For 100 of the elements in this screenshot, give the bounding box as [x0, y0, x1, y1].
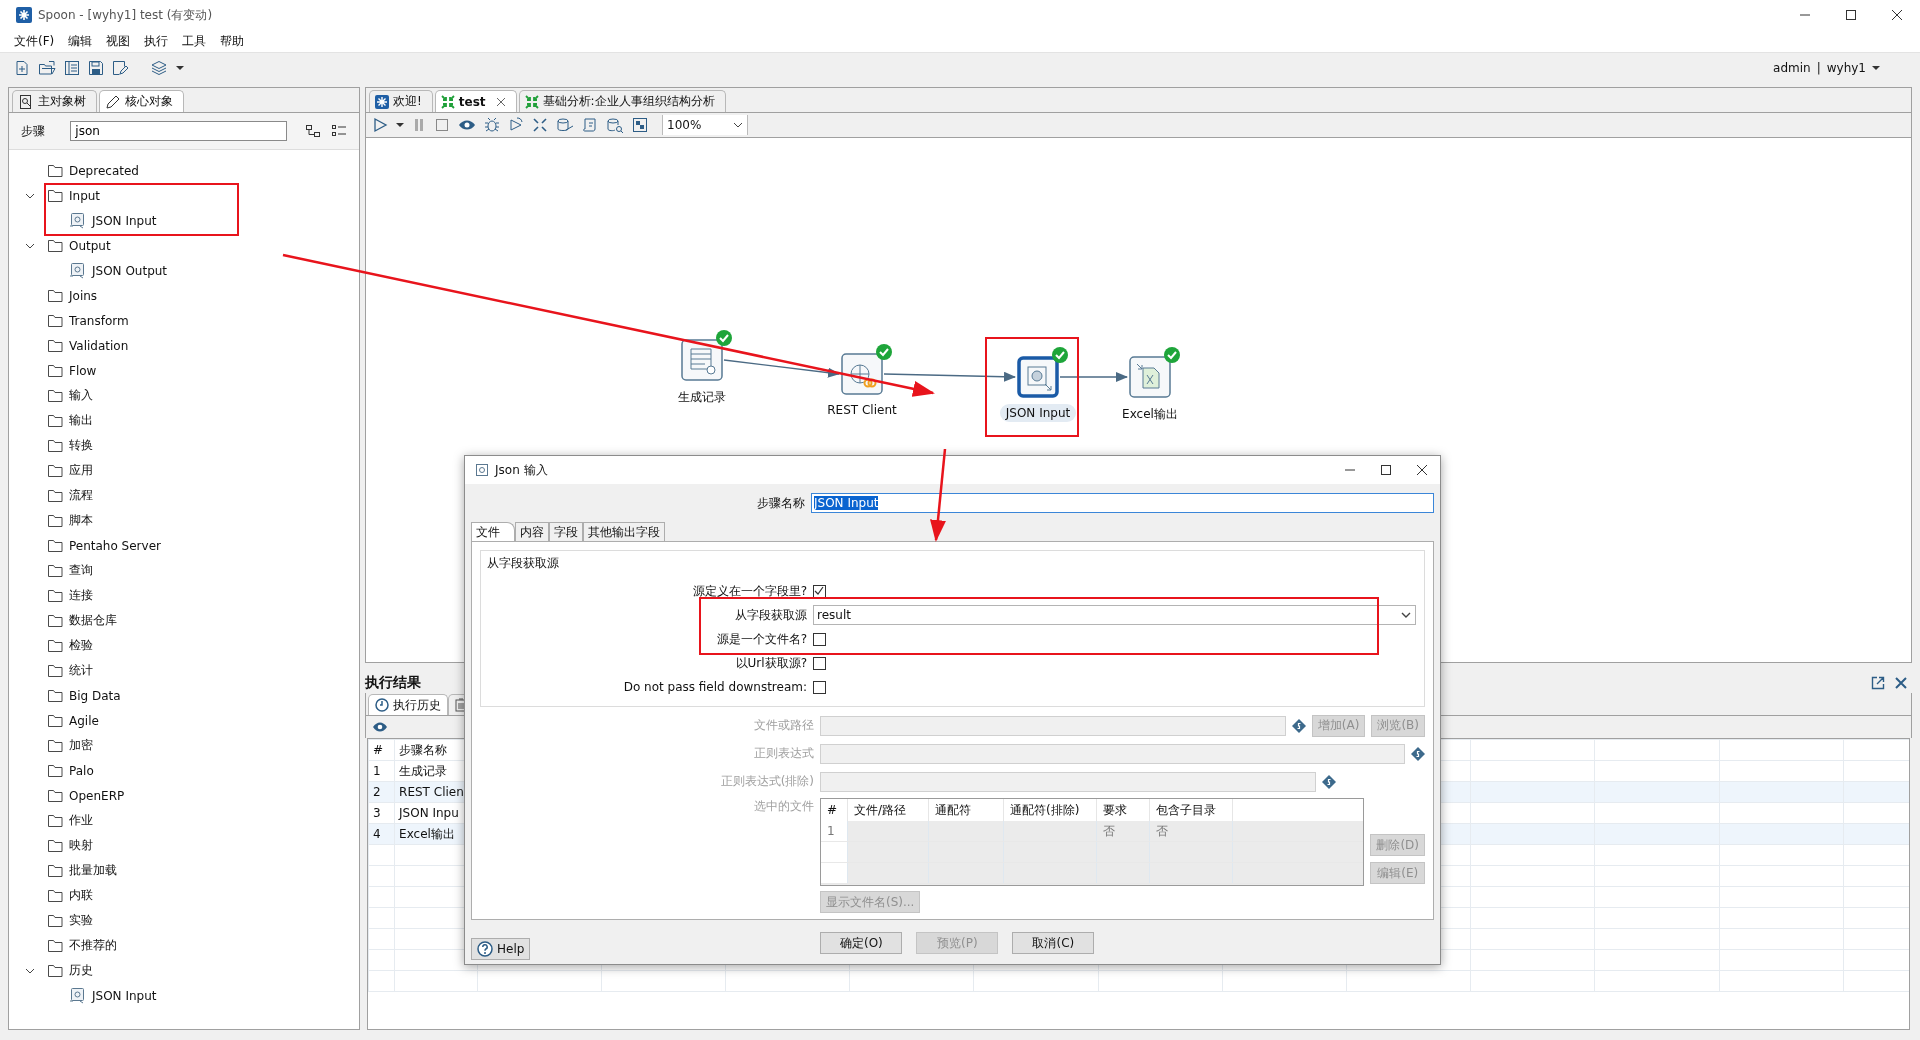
tree-folder[interactable]: 不推荐的	[69, 937, 117, 954]
dialog-tab[interactable]: 其他输出字段	[583, 522, 665, 541]
tree-item[interactable]: JSON Input	[92, 988, 157, 1003]
tree-folder[interactable]: 数据仓库	[69, 612, 117, 629]
step-icon[interactable]	[1129, 356, 1171, 398]
tree-folder[interactable]: 转换	[69, 437, 93, 454]
new-file-icon[interactable]	[14, 60, 30, 76]
tree-folder[interactable]: 输出	[69, 412, 93, 429]
chevron-icon	[733, 120, 743, 130]
menu-item[interactable]: 文件(F)	[14, 32, 55, 50]
tree-folder[interactable]: Validation	[69, 338, 129, 353]
stop-icon[interactable]	[434, 117, 450, 133]
checkbox[interactable]	[813, 632, 826, 646]
dialog-tab[interactable]: 文件	[471, 522, 515, 541]
column-header[interactable]: 包含子目录	[1149, 799, 1233, 821]
menu-item[interactable]: 工具	[182, 32, 207, 50]
step-icon[interactable]	[841, 353, 883, 395]
expand-list-icon[interactable]	[331, 123, 347, 139]
tree-folder[interactable]: 流程	[69, 487, 93, 504]
run-icon[interactable]	[372, 117, 388, 133]
tree-folder[interactable]: 映射	[69, 837, 93, 854]
tree-folder[interactable]: 作业	[69, 812, 93, 829]
tree-folder[interactable]: 实验	[69, 912, 93, 929]
tree-folder[interactable]: Transform	[69, 313, 129, 328]
zoom-dropdown[interactable]: 100%	[662, 115, 748, 135]
menu-item[interactable]: 帮助	[220, 32, 245, 50]
menu-item[interactable]: 视图	[106, 32, 131, 50]
column-header[interactable]: 文件/路径	[847, 799, 929, 821]
tree-folder[interactable]: Palo	[69, 763, 94, 778]
tree-folder[interactable]: Flow	[69, 363, 97, 378]
tree-folder[interactable]: 内联	[69, 887, 93, 904]
tree-folder[interactable]: 统计	[69, 662, 93, 679]
button[interactable]: 确定(O)	[820, 932, 903, 954]
panel-tab[interactable]: 核心对象	[99, 90, 184, 112]
column-header[interactable]: #	[821, 799, 848, 821]
tree-folder[interactable]: 脚本	[69, 512, 93, 529]
save-as-icon[interactable]	[112, 60, 128, 76]
tree-folder[interactable]: Agile	[69, 713, 99, 728]
help-button[interactable]: Help	[471, 938, 531, 960]
column-header[interactable]: 通配符(排除)	[1003, 799, 1097, 821]
tree-item[interactable]: JSON Input	[92, 213, 157, 228]
tree-folder[interactable]: 检验	[69, 637, 93, 654]
panel-tab[interactable]: 执行历史	[368, 694, 448, 715]
tree-folder[interactable]: 历史	[69, 962, 93, 979]
search-field[interactable]: json	[70, 121, 287, 141]
tree-folder[interactable]: Output	[69, 238, 111, 253]
button[interactable]: 取消(C)	[1012, 932, 1095, 954]
dialog-tab[interactable]: 字段	[549, 522, 583, 541]
step-name-field[interactable]: JSON Input	[811, 493, 1434, 513]
database-search-icon[interactable]	[606, 117, 624, 133]
step-label[interactable]: JSON Input	[999, 404, 1077, 422]
popout-icon[interactable]	[1870, 675, 1886, 691]
layers-icon[interactable]	[150, 60, 168, 76]
folder-icon	[47, 562, 63, 579]
dialog-tab[interactable]: 内容	[515, 522, 549, 541]
tree-folder[interactable]: 连接	[69, 587, 93, 604]
column-header[interactable]: #	[368, 739, 395, 761]
tree-folder[interactable]: 查询	[69, 562, 93, 579]
tree-folder[interactable]: 批量加载	[69, 862, 117, 879]
panel-title: 执行结果	[365, 674, 421, 692]
grid-toggle-icon[interactable]	[632, 117, 648, 133]
step-label[interactable]: Excel输出	[1116, 404, 1184, 425]
tree-folder[interactable]: 应用	[69, 462, 93, 479]
step-label[interactable]: REST Client	[821, 401, 903, 419]
editor-tab[interactable]: test	[434, 90, 517, 112]
dropdown-field[interactable]: result	[813, 605, 1416, 625]
tree-folder[interactable]: Big Data	[69, 688, 121, 703]
panel-tab[interactable]: 主对象树	[12, 90, 97, 112]
tree-folder[interactable]: Input	[69, 188, 101, 203]
step-icon[interactable]	[681, 339, 723, 381]
table-cell: 否	[1096, 821, 1150, 842]
save-icon[interactable]	[88, 60, 104, 76]
step-label[interactable]: 生成记录	[672, 387, 732, 408]
checkbox[interactable]	[813, 680, 826, 694]
editor-tab[interactable]: 基础分析:企业人事组织结构分析	[518, 90, 726, 112]
menu-item[interactable]: 编辑	[68, 32, 93, 50]
replay-icon[interactable]	[508, 117, 524, 133]
collapse-tree-icon[interactable]	[305, 123, 321, 139]
eye-icon[interactable]	[372, 721, 388, 733]
bug-icon[interactable]	[484, 117, 500, 133]
tree-folder[interactable]: Pentaho Server	[69, 538, 161, 553]
open-folder-icon[interactable]	[38, 60, 56, 76]
repository-name[interactable]: wyhy1	[1826, 61, 1866, 75]
tree-folder[interactable]: 加密	[69, 737, 93, 754]
tree-folder[interactable]: Joins	[69, 288, 98, 303]
tree-folder[interactable]: 输入	[69, 387, 93, 404]
tree-folder[interactable]: OpenERP	[69, 788, 125, 803]
checkbox[interactable]	[813, 584, 826, 598]
column-header[interactable]: 要求	[1096, 799, 1150, 821]
checkbox[interactable]	[813, 656, 826, 670]
list-icon[interactable]	[64, 60, 80, 76]
column-header[interactable]: 通配符	[928, 799, 1004, 821]
tree-item[interactable]: JSON Output	[92, 263, 168, 278]
close-icon[interactable]	[495, 96, 506, 107]
app-logo-icon	[16, 7, 32, 23]
close-icon[interactable]	[1894, 676, 1908, 690]
step-icon[interactable]	[1017, 356, 1059, 398]
menu-item[interactable]: 执行	[144, 32, 169, 50]
tree-folder[interactable]: Deprecated	[69, 163, 139, 178]
editor-tab[interactable]: 欢迎!	[369, 90, 433, 112]
